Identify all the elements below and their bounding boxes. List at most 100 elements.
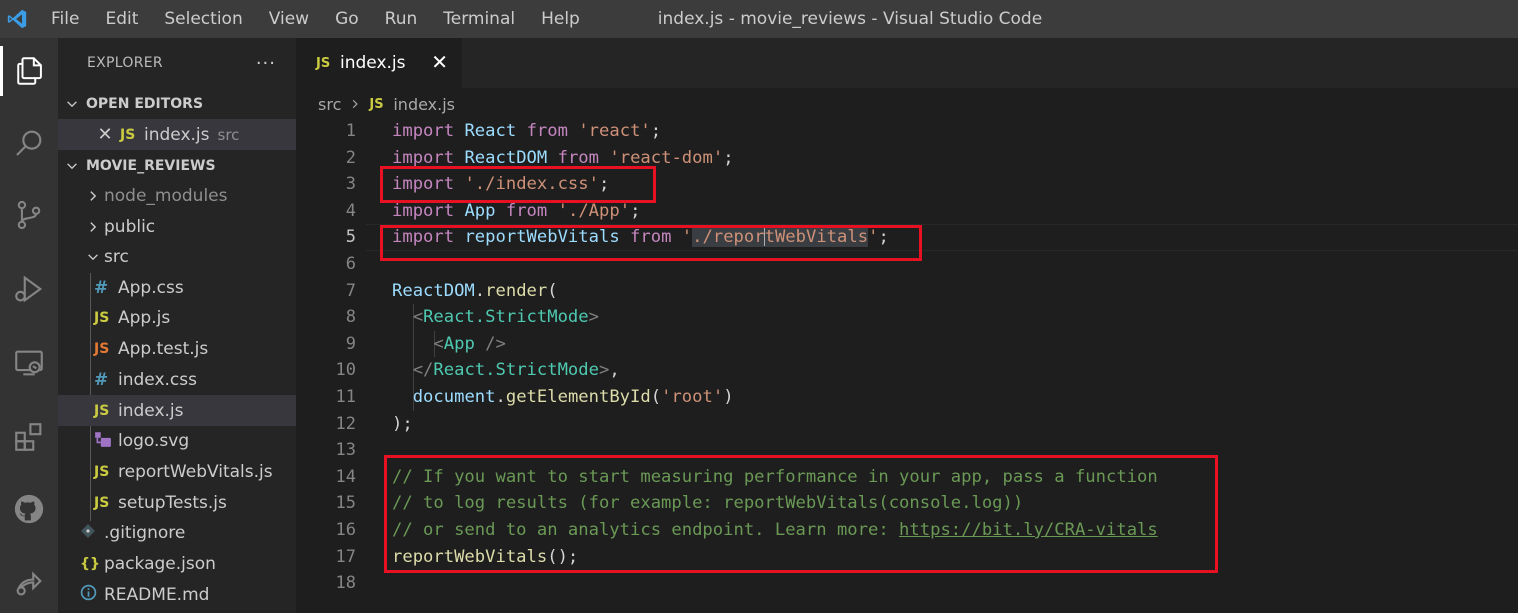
code-token: https://bit.ly/CRA-vitals <box>899 520 1158 540</box>
line-number: 16 <box>335 520 356 540</box>
tree-file-gitignore[interactable]: .gitignore <box>58 517 296 548</box>
code-line: 6 <box>296 251 1518 278</box>
code-text: // to log results (for example: reportWe… <box>392 490 1023 517</box>
line-number: 2 <box>345 147 356 168</box>
js-file-icon: JS <box>316 55 331 71</box>
project-section[interactable]: MOVIE_REVIEWS <box>58 152 296 180</box>
code-token: reportWebVitals <box>392 546 548 567</box>
code-token: reportWebVitals <box>464 227 620 248</box>
tree-label: src <box>104 246 129 267</box>
code-editor[interactable]: 1 import React from 'react'; 2 import React… <box>296 118 1518 613</box>
code-line: 14 // If you want to start measuring perf… <box>296 464 1518 491</box>
menu-file[interactable]: File <box>34 0 92 38</box>
open-editors-section[interactable]: OPEN EDITORS <box>58 90 296 118</box>
tree-file-index-js[interactable]: JS index.js <box>58 395 296 426</box>
menu-run[interactable]: Run <box>372 0 431 38</box>
line-number: 13 <box>335 440 356 461</box>
menu-view[interactable]: View <box>256 0 322 38</box>
open-editor-item[interactable]: ✕ JS index.js src <box>58 119 296 150</box>
line-number: 4 <box>345 200 356 221</box>
menu-bar: File Edit Selection View Go Run Terminal Help <box>34 0 593 38</box>
editor-tabs: JS index.js ✕ <box>296 38 1518 88</box>
breadcrumb-file[interactable]: index.js <box>393 95 455 114</box>
run-debug-icon[interactable] <box>0 264 58 314</box>
tree-file-logo-svg[interactable]: logo.svg <box>58 425 296 456</box>
code-token: ; <box>598 174 610 195</box>
tree-file-app-js[interactable]: JS App.js <box>58 302 296 333</box>
code-line: 4 import App from './App'; <box>296 198 1518 225</box>
tree-folder-public[interactable]: public <box>58 211 296 242</box>
tree-file-setup-tests[interactable]: JS setupTests.js <box>58 487 296 518</box>
tree-file-index-css[interactable]: # index.css <box>58 364 296 395</box>
chevron-right-icon <box>82 220 104 234</box>
open-editors-label: OPEN EDITORS <box>86 96 204 112</box>
vscode-logo-icon[interactable] <box>0 0 34 38</box>
css-file-icon: # <box>94 277 109 298</box>
chevron-down-icon <box>58 159 86 173</box>
js-file-icon: JS <box>94 463 110 480</box>
tree-file-app-test-js[interactable]: JS App.test.js <box>58 333 296 364</box>
tab-index-js[interactable]: JS index.js ✕ <box>296 38 462 88</box>
code-token: './index.css' <box>464 174 599 195</box>
code-token: // to log results (for example: reportWe… <box>392 493 1024 514</box>
extensions-icon[interactable] <box>0 412 58 462</box>
code-token: // If you want to start measuring perfor… <box>392 466 1158 487</box>
tree-folder-src[interactable]: src <box>58 241 296 272</box>
code-token: 'root' <box>661 387 724 407</box>
source-control-icon[interactable] <box>0 190 58 240</box>
tree-file-package-json[interactable]: {} package.json <box>58 548 296 579</box>
code-token: React <box>464 121 517 141</box>
code-text: <App /> <box>392 331 506 358</box>
tree-label: logo.svg <box>118 430 190 451</box>
tab-label: index.js <box>340 53 406 73</box>
remote-share-icon[interactable] <box>0 556 58 606</box>
js-file-icon: JS <box>94 309 110 326</box>
code-line: 5 import reportWebVitals from './reportWe… <box>296 224 1518 251</box>
tree-file-app-css[interactable]: # App.css <box>58 272 296 303</box>
github-icon[interactable] <box>0 484 58 534</box>
code-token: './App' <box>557 200 631 221</box>
menu-terminal[interactable]: Terminal <box>430 0 528 38</box>
git-file-icon <box>80 523 104 543</box>
code-text: ReactDOM.render( <box>392 278 558 305</box>
explorer-title: EXPLORER <box>87 55 163 71</box>
close-icon[interactable]: ✕ <box>92 124 118 145</box>
tree-label: public <box>104 216 156 237</box>
js-file-icon: JS <box>369 96 384 112</box>
line-number: 15 <box>335 493 356 514</box>
more-actions-icon[interactable]: ··· <box>256 53 276 74</box>
tree-label: node_modules <box>104 185 228 206</box>
menu-selection[interactable]: Selection <box>151 0 255 38</box>
close-icon[interactable]: ✕ <box>431 52 448 72</box>
code-line: 17 reportWebVitals(); <box>296 544 1518 571</box>
code-text: // If you want to start measuring perfor… <box>392 464 1158 491</box>
activity-bar <box>0 38 58 613</box>
tree-file-report-web-vitals[interactable]: JS reportWebVitals.js <box>58 456 296 487</box>
menu-go[interactable]: Go <box>322 0 372 38</box>
code-token: /> <box>485 333 506 354</box>
menu-edit[interactable]: Edit <box>92 0 151 38</box>
code-token: import <box>392 200 455 221</box>
json-file-icon: {} <box>80 555 100 572</box>
menu-help[interactable]: Help <box>528 0 593 38</box>
tree-file-readme[interactable]: README.md <box>58 579 296 610</box>
open-editor-folder: src <box>217 125 240 144</box>
remote-explorer-icon[interactable] <box>0 338 58 388</box>
breadcrumb-folder[interactable]: src <box>318 95 341 114</box>
line-number: 11 <box>335 387 356 407</box>
code-token: App <box>443 333 475 354</box>
code-token: < <box>433 333 444 354</box>
line-number: 3 <box>345 174 356 195</box>
explorer-icon[interactable] <box>0 46 58 96</box>
line-number: 5 <box>345 227 356 248</box>
tree-folder-node-modules[interactable]: node_modules <box>58 180 296 211</box>
search-icon[interactable] <box>0 118 58 168</box>
